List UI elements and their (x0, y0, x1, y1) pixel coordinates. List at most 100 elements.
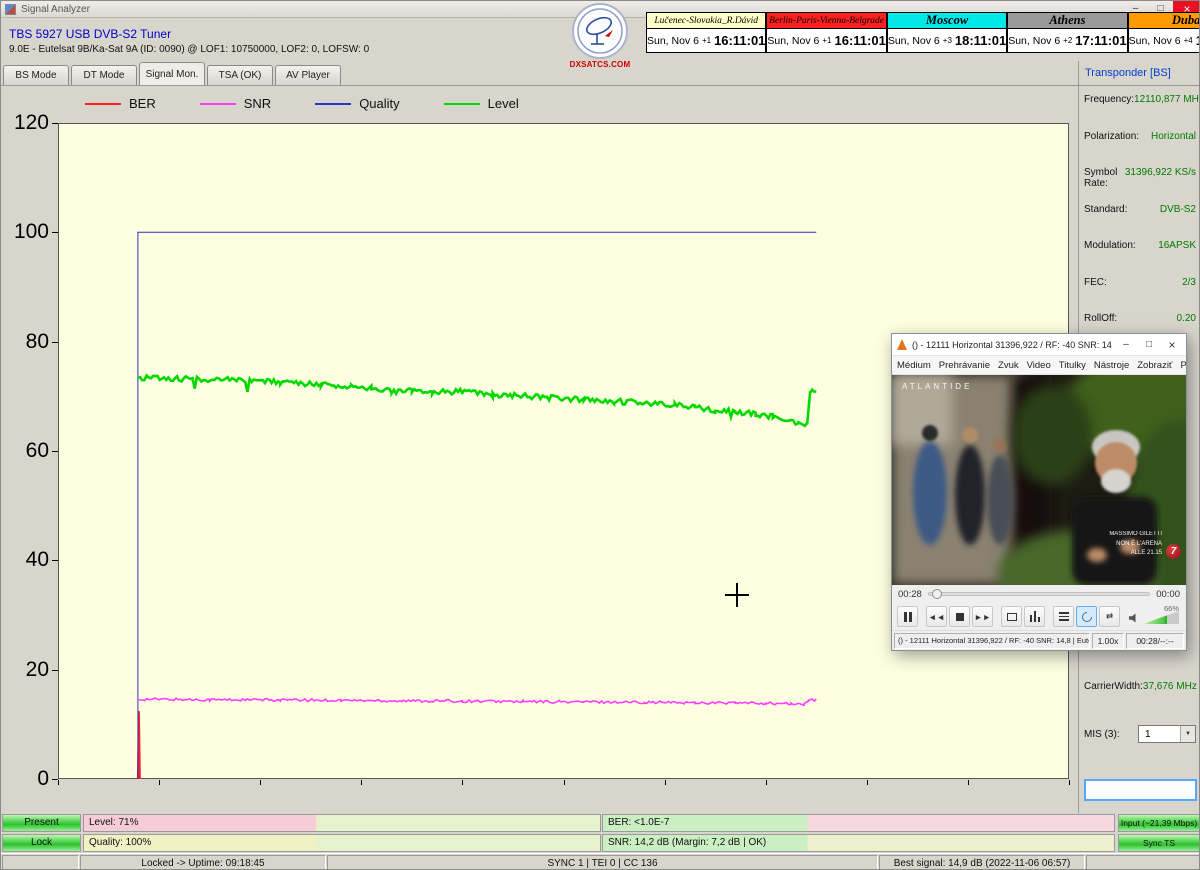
clock-name: Dubai (1128, 12, 1200, 29)
clock-time: Sun, Nov 6+318:11:01 (887, 29, 1007, 53)
menu-help[interactable]: Pomocník (1181, 360, 1187, 371)
field-fec: FEC: 2/3 (1079, 275, 1200, 312)
field-value: Horizontal (1151, 131, 1196, 142)
field-symbol-rate: Symbol Rate:31396,922 KS/s (1079, 165, 1200, 202)
next-button[interactable]: ►► (972, 606, 993, 627)
tab-tsa[interactable]: TSA (OK) (207, 65, 273, 85)
vlc-minimize-button[interactable] (1117, 339, 1135, 350)
input-indicator: Input (~21,39 Mbps) (1118, 814, 1200, 832)
seek-handle[interactable] (932, 589, 942, 599)
menu-subtitles[interactable]: Titulky (1059, 360, 1086, 371)
y-axis-label: 80 (3, 329, 49, 355)
satellite-dish-icon (572, 3, 628, 59)
total-time: 00:00 (1156, 589, 1180, 600)
clock-value: 17:11:01 (1075, 33, 1126, 48)
chevron-down-icon[interactable] (1180, 726, 1195, 742)
vlc-maximize-button[interactable] (1140, 339, 1158, 350)
effects-button[interactable] (1024, 606, 1045, 627)
field-value: DVB-S2 (1160, 204, 1196, 215)
statusbar-spacer (1086, 855, 1200, 870)
menu-playback[interactable]: Prehrávanie (939, 360, 990, 371)
field-modulation: Modulation:16APSK (1079, 238, 1200, 275)
tab-av-player[interactable]: AV Player (275, 65, 341, 85)
field-label: Frequency: (1084, 94, 1134, 105)
field-value: 2/3 (1182, 277, 1196, 288)
vlc-seek-row: 00:28 00:00 (892, 585, 1186, 603)
menu-video[interactable]: Video (1027, 360, 1051, 371)
la7-channel-logo: 7 (1166, 544, 1181, 559)
legend-line (315, 103, 351, 105)
x-axis-tick (361, 780, 362, 785)
field-polarization: Polarization:Horizontal (1079, 129, 1200, 166)
menu-audio[interactable]: Zvuk (998, 360, 1019, 371)
clock-name: Athens (1007, 12, 1127, 29)
field-standard: Standard: DVB-S2 (1079, 202, 1200, 239)
vlc-window-title: () - 12111 Horizontal 31396,922 / RF: -4… (912, 340, 1112, 350)
field-value: 16APSK (1158, 240, 1196, 251)
x-axis-tick (766, 780, 767, 785)
field-label: FEC: (1084, 277, 1107, 288)
y-axis-label: 120 (3, 110, 49, 136)
time-display[interactable]: 00:28/--:-- (1126, 633, 1184, 649)
y-axis-tick (52, 560, 58, 561)
clock-offset: +4 (1184, 36, 1193, 45)
clock-name: Moscow (887, 12, 1007, 29)
stop-button[interactable] (949, 606, 970, 627)
focused-action-button[interactable] (1084, 779, 1197, 801)
field-label: Standard: (1084, 204, 1127, 215)
series-snr (138, 698, 816, 705)
menu-tools[interactable]: Nástroje (1094, 360, 1129, 371)
vlc-video-area[interactable]: ATLANTIDE MASSIMO GILETTI NON È L'ARENA … (892, 375, 1186, 585)
playback-speed[interactable]: 1.00x (1092, 633, 1124, 649)
pause-icon (909, 612, 912, 622)
clock-time: Sun, Nov 6+116:11:01 (646, 29, 766, 53)
vlc-statusbar: () - 12111 Horizontal 31396,922 / RF: -4… (892, 630, 1186, 650)
vlc-close-button[interactable] (1163, 338, 1181, 352)
fullscreen-button[interactable] (1001, 606, 1022, 627)
legend-item-level: Level (444, 96, 519, 111)
x-axis-tick (260, 780, 261, 785)
volume-slider[interactable] (1143, 611, 1179, 624)
caption-line: ALLE 21.15 (1131, 550, 1162, 556)
playlist-button[interactable] (1053, 606, 1074, 627)
x-axis-tick (462, 780, 463, 785)
vlc-titlebar: () - 12111 Horizontal 31396,922 / RF: -4… (892, 334, 1186, 356)
elapsed-time: 00:28 (898, 589, 922, 600)
mis-selected-value: 1 (1145, 729, 1151, 740)
tab-signal-mon[interactable]: Signal Mon. (139, 62, 205, 85)
mis-dropdown[interactable]: 1 (1138, 725, 1196, 743)
clock-date: Sun, Nov 6 (767, 35, 819, 47)
series-level (138, 376, 816, 426)
field-frequency: Frequency:12110,877 MHz (1079, 92, 1200, 129)
field-value: 31396,922 KS/s (1125, 167, 1196, 178)
statusbar-spacer (2, 855, 79, 870)
seek-bar[interactable] (928, 592, 1150, 596)
previous-button[interactable]: ◄◄ (926, 606, 947, 627)
x-axis-tick (58, 780, 59, 785)
snr-bar: SNR: 14,2 dB (Margin: 7,2 dB | OK) (602, 834, 1115, 852)
tab-bs-mode[interactable]: BS Mode (3, 65, 69, 85)
y-axis-tick (52, 123, 58, 124)
x-axis-tick (968, 780, 969, 785)
quality-bar: Quality: 100% (83, 834, 601, 852)
series-quality (138, 232, 816, 779)
crosshair-cursor (725, 583, 749, 607)
legend-item-ber: BER (85, 96, 156, 111)
dxsatcs-logo: DXSATCS.COM (567, 3, 633, 69)
menu-media[interactable]: Médium (897, 360, 931, 371)
clock-value: 16:11:01 (714, 33, 765, 48)
tab-dt-mode[interactable]: DT Mode (71, 65, 137, 85)
shuffle-button[interactable]: ⇄ (1099, 606, 1120, 627)
menu-view[interactable]: Zobraziť (1137, 360, 1172, 371)
caption-line: NON È L'ARENA (1116, 541, 1162, 547)
field-value: 12110,877 MHz (1134, 94, 1200, 105)
device-title: TBS 5927 USB DVB-S2 Tuner (9, 27, 171, 41)
loop-button[interactable] (1076, 606, 1097, 627)
field-value: 37,676 MHz (1143, 681, 1197, 692)
x-axis-tick (159, 780, 160, 785)
present-indicator: Present (2, 814, 81, 832)
pause-button[interactable] (897, 606, 918, 627)
clock-value: 18:11:01 (955, 33, 1006, 48)
volume-control[interactable]: 66% (1129, 603, 1181, 630)
clock-offset: +2 (1063, 36, 1072, 45)
